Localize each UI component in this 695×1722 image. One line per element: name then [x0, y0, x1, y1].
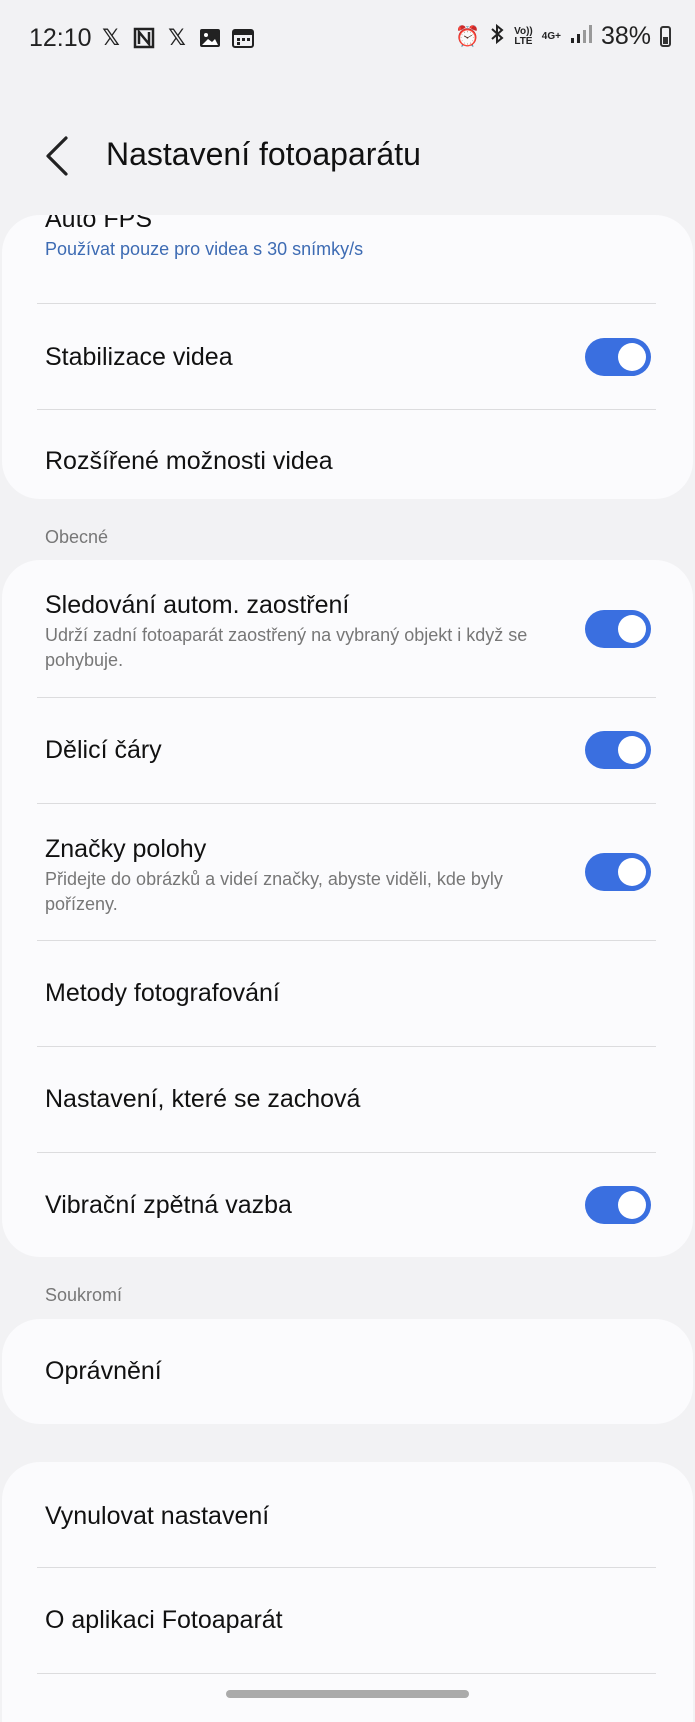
video-settings-card: Auto FPS Používat pouze pro videa s 30 s…	[2, 215, 693, 499]
system-status-icons: ⏰ Vo)) LTE 4G+ 38%	[455, 22, 671, 51]
video-stabilization-row[interactable]: Stabilizace videa	[2, 304, 693, 410]
section-title-privacy: Soukromí	[45, 1285, 123, 1305]
location-tags-label: Značky polohy	[45, 835, 207, 863]
volte-indicator: Vo)) LTE	[514, 25, 533, 47]
bluetooth-icon	[489, 23, 505, 51]
permissions-label: Oprávnění	[45, 1357, 162, 1385]
settings-to-keep-row[interactable]: Nastavení, které se zachová	[2, 1047, 693, 1153]
reset-settings-label: Vynulovat nastavení	[45, 1502, 270, 1530]
permissions-row[interactable]: Oprávnění	[2, 1319, 693, 1424]
x-icon: 𝕏	[102, 25, 120, 50]
tracking-autofocus-description: Udrží zadní fotoaparát zaostřený na vybr…	[45, 625, 528, 670]
general-settings-card: Sledování autom. zaostření Udrží zadní f…	[2, 560, 693, 1257]
auto-fps-value: Používat pouze pro videa s 30 snímky/s	[45, 239, 364, 259]
advanced-video-options-label: Rozšířené možnosti videa	[45, 447, 333, 475]
shooting-methods-row[interactable]: Metody fotografování	[2, 941, 693, 1047]
page-title: Nastavení fotoaparátu	[106, 136, 421, 172]
misc-card: Vynulovat nastavení O aplikaci Fotoapará…	[2, 1462, 693, 1722]
tracking-autofocus-label: Sledování autom. zaostření	[45, 591, 350, 619]
location-tags-row[interactable]: Značky polohy Přidejte do obrázků a vide…	[2, 804, 693, 941]
calendar-icon	[231, 26, 255, 50]
n-icon	[132, 26, 156, 50]
notification-icons: 𝕏 𝕏	[99, 25, 255, 50]
status-time: 12:10	[29, 24, 92, 52]
vibration-feedback-label: Vibrační zpětná vazba	[45, 1191, 292, 1219]
location-tags-description: Přidejte do obrázků a videí značky, abys…	[45, 869, 503, 914]
settings-to-keep-label: Nastavení, které se zachová	[45, 1085, 361, 1113]
grid-lines-label: Dělicí čáry	[45, 736, 162, 764]
vibration-feedback-row[interactable]: Vibrační zpětná vazba	[2, 1153, 693, 1257]
image-icon	[198, 26, 222, 50]
network-4g-indicator: 4G+	[541, 30, 561, 42]
battery-percent: 38%	[600, 22, 651, 50]
status-bar: 12:10 𝕏 𝕏 ⏰ Vo)) LTE 4G+ 38%	[0, 0, 695, 80]
grid-lines-row[interactable]: Dělicí čáry	[2, 698, 693, 804]
tracking-autofocus-row[interactable]: Sledování autom. zaostření Udrží zadní f…	[2, 560, 693, 698]
location-tags-toggle[interactable]	[585, 853, 651, 891]
reset-settings-row[interactable]: Vynulovat nastavení	[2, 1462, 693, 1568]
about-camera-label: O aplikaci Fotoaparát	[45, 1606, 283, 1634]
section-title-general: Obecné	[45, 527, 109, 547]
advanced-video-options-row[interactable]: Rozšířené možnosti videa	[2, 410, 693, 499]
x-icon: 𝕏	[168, 25, 186, 50]
video-stabilization-toggle[interactable]	[585, 338, 651, 376]
app-header: Nastavení fotoaparátu	[0, 110, 695, 200]
privacy-card: Oprávnění	[2, 1319, 693, 1424]
home-indicator[interactable]	[226, 1690, 469, 1698]
back-button[interactable]	[42, 134, 72, 178]
vibration-feedback-toggle[interactable]	[585, 1186, 651, 1224]
chevron-left-icon	[46, 136, 68, 176]
divider	[37, 1673, 656, 1674]
battery-icon	[660, 26, 671, 47]
shooting-methods-label: Metody fotografování	[45, 979, 280, 1007]
grid-lines-toggle[interactable]	[585, 731, 651, 769]
about-camera-row[interactable]: O aplikaci Fotoaparát	[2, 1568, 693, 1674]
tracking-autofocus-toggle[interactable]	[585, 610, 651, 648]
alarm-icon: ⏰	[455, 26, 481, 48]
auto-fps-label: Auto FPS	[45, 215, 152, 233]
video-stabilization-label: Stabilizace videa	[45, 343, 233, 371]
auto-fps-row[interactable]: Auto FPS Používat pouze pro videa s 30 s…	[2, 215, 693, 304]
signal-icon	[570, 24, 592, 49]
